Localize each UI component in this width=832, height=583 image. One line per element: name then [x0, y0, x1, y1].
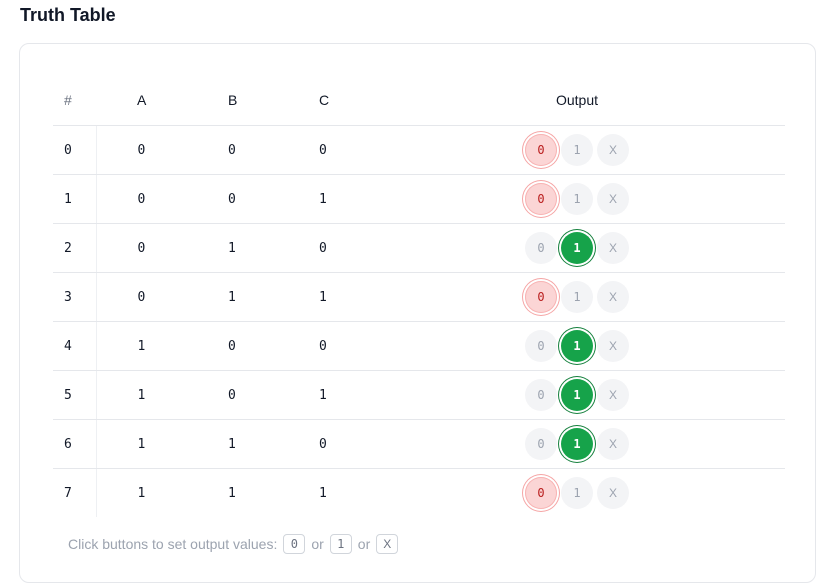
output-toggle-group: 01X: [525, 183, 629, 215]
hint-text: Click buttons to set output values:: [68, 536, 278, 552]
table-header-row: # A B C Output: [53, 75, 785, 126]
output-x-button[interactable]: X: [597, 477, 629, 509]
output-1-button[interactable]: 1: [561, 379, 593, 411]
cell-a: 1: [96, 419, 187, 469]
cell-b: 1: [187, 223, 278, 273]
hint-key-1: 1: [329, 534, 352, 554]
output-0-button[interactable]: 0: [525, 477, 557, 509]
cell-b: 1: [187, 272, 278, 322]
output-1-button[interactable]: 1: [561, 477, 593, 509]
output-toggle-group: 01X: [525, 330, 629, 362]
cell-a: 0: [96, 125, 187, 175]
output-0-button[interactable]: 0: [525, 428, 557, 460]
cell-b: 1: [187, 419, 278, 469]
output-cell: 01X: [369, 272, 785, 322]
cell-b: 0: [187, 370, 278, 420]
cell-a: 1: [96, 370, 187, 420]
header-index: #: [53, 75, 96, 126]
table-row: 711101X: [53, 468, 785, 518]
output-0-button[interactable]: 0: [525, 134, 557, 166]
table-row: 611001X: [53, 419, 785, 469]
table-row: 301101X: [53, 272, 785, 322]
table-row: 410001X: [53, 321, 785, 371]
cell-a: 0: [96, 272, 187, 322]
page-title: Truth Table: [20, 5, 116, 25]
output-x-button[interactable]: X: [597, 379, 629, 411]
cell-c: 0: [278, 419, 369, 469]
output-x-button[interactable]: X: [597, 183, 629, 215]
output-1-button[interactable]: 1: [561, 428, 593, 460]
output-1-button[interactable]: 1: [561, 330, 593, 362]
output-toggle-group: 01X: [525, 477, 629, 509]
cell-b: 1: [228, 485, 236, 501]
cell-c: 1: [278, 174, 369, 224]
output-x-button[interactable]: X: [597, 330, 629, 362]
truth-table-card: # A B C Output 000001X100101X201001X3011…: [19, 43, 816, 583]
cell-c: 0: [278, 223, 369, 273]
hint-key-x: X: [376, 534, 399, 554]
output-cell: 01X: [369, 370, 785, 420]
output-x-button[interactable]: X: [597, 281, 629, 313]
row-index: 4: [53, 321, 97, 371]
output-1-button[interactable]: 1: [561, 232, 593, 264]
output-0-button[interactable]: 0: [525, 330, 557, 362]
output-cell: 01X: [369, 125, 785, 175]
output-toggle-group: 01X: [525, 379, 629, 411]
hint-key-0: 0: [283, 534, 306, 554]
output-0-button[interactable]: 0: [525, 232, 557, 264]
table-row: 000001X: [53, 125, 785, 175]
output-cell: 01X: [369, 321, 785, 371]
cell-a: 0: [96, 174, 187, 224]
row-index: 7: [53, 468, 97, 517]
header-output: Output: [369, 75, 785, 126]
output-toggle-group: 01X: [525, 428, 629, 460]
cell-a: 0: [96, 223, 187, 273]
output-0-button[interactable]: 0: [525, 281, 557, 313]
output-toggle-group: 01X: [525, 232, 629, 264]
output-cell: 01X: [369, 174, 785, 224]
row-index: 1: [53, 174, 97, 224]
row-index: 6: [53, 419, 97, 469]
header-b: B: [187, 75, 278, 126]
output-x-button[interactable]: X: [597, 134, 629, 166]
table-row: 201001X: [53, 223, 785, 273]
output-0-button[interactable]: 0: [525, 183, 557, 215]
cell-a: 1: [137, 485, 146, 501]
truth-table: # A B C Output 000001X100101X201001X3011…: [53, 75, 785, 517]
row-index: 5: [53, 370, 97, 420]
cell-b: 0: [187, 125, 278, 175]
output-toggle-group: 01X: [525, 281, 629, 313]
cell-c: 1: [319, 485, 327, 501]
output-1-button[interactable]: 1: [561, 281, 593, 313]
output-cell: 01X: [369, 223, 785, 273]
hint-or: or: [357, 536, 371, 552]
cell-c: 1: [278, 370, 369, 420]
header-a: A: [96, 75, 187, 126]
cell-c: 1: [278, 272, 369, 322]
header-c: C: [278, 75, 369, 126]
output-cell: 01X: [369, 419, 785, 469]
row-index: 3: [53, 272, 97, 322]
output-cell: 01X: [369, 469, 785, 518]
table-row: 100101X: [53, 174, 785, 224]
hint: Click buttons to set output values: 0 or…: [68, 534, 399, 554]
output-x-button[interactable]: X: [597, 232, 629, 264]
hint-or: or: [311, 536, 324, 552]
output-1-button[interactable]: 1: [561, 134, 593, 166]
cell-c: 0: [278, 321, 369, 371]
cell-a: 1: [96, 321, 187, 371]
cell-b: 0: [187, 321, 278, 371]
output-0-button[interactable]: 0: [525, 379, 557, 411]
output-x-button[interactable]: X: [597, 428, 629, 460]
row-index: 0: [53, 125, 97, 175]
output-toggle-group: 01X: [525, 134, 629, 166]
row-index: 2: [53, 223, 97, 273]
cell-b: 0: [187, 174, 278, 224]
table-row: 510101X: [53, 370, 785, 420]
cell-c: 0: [278, 125, 369, 175]
output-1-button[interactable]: 1: [561, 183, 593, 215]
